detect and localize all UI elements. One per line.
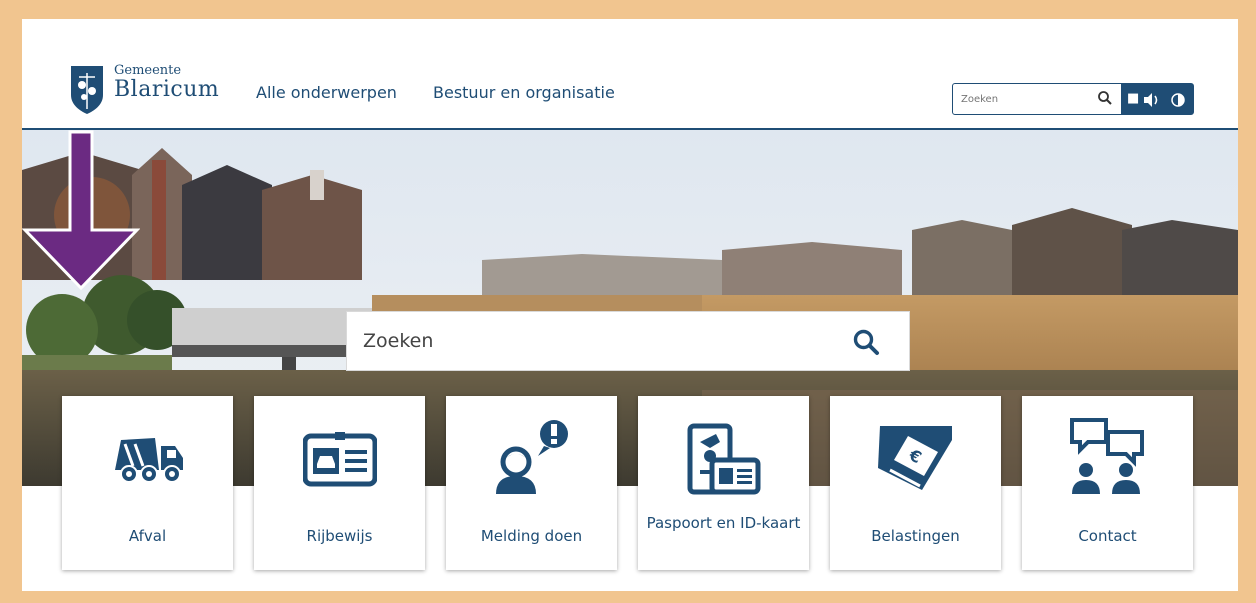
tile-contact[interactable]: Contact	[1022, 396, 1193, 570]
annotation-arrow-down-icon	[22, 130, 140, 290]
logo-subtitle: Gemeente	[114, 63, 182, 78]
stop-icon[interactable]: ■	[1127, 91, 1139, 107]
header-search-input[interactable]	[953, 84, 1121, 114]
tile-rijbewijs[interactable]: Rijbewijs	[254, 396, 425, 570]
hero-search-input[interactable]	[347, 312, 827, 370]
tile-afval[interactable]: Afval	[62, 396, 233, 570]
page-frame: Gemeente Blaricum Alle onderwerpen Bestu…	[22, 19, 1238, 591]
tile-label: Belastingen	[871, 527, 960, 545]
person-alert-icon	[495, 420, 568, 494]
tile-paspoort-id[interactable]: Paspoort en ID-kaart	[638, 396, 809, 570]
speaker-icon[interactable]	[1143, 92, 1161, 108]
site-header: Gemeente Blaricum Alle onderwerpen Bestu…	[22, 19, 1238, 130]
site-logo[interactable]: Gemeente Blaricum	[70, 63, 240, 119]
header-utility-bar: ■	[952, 83, 1194, 115]
tile-label: Contact	[1078, 527, 1137, 545]
tile-label: Paspoort en ID-kaart	[646, 514, 801, 532]
tax-ticket-icon: €	[877, 426, 952, 490]
contact-chat-icon	[1069, 418, 1144, 494]
nav-all-topics[interactable]: Alle onderwerpen	[256, 83, 397, 102]
tile-melding-doen[interactable]: Melding doen	[446, 396, 617, 570]
hero-search-box	[346, 311, 910, 371]
tile-belastingen[interactable]: € Belastingen	[830, 396, 1001, 570]
search-icon[interactable]	[1097, 90, 1113, 106]
nav-governance[interactable]: Bestuur en organisatie	[433, 83, 615, 102]
logo-title: Blaricum	[114, 77, 220, 102]
drivers-license-icon	[302, 432, 377, 487]
garbage-truck-icon	[114, 438, 183, 483]
search-icon[interactable]	[852, 328, 880, 356]
tile-label: Melding doen	[480, 527, 583, 545]
contrast-icon[interactable]	[1171, 93, 1185, 107]
passport-id-icon	[687, 423, 760, 495]
shield-icon	[71, 66, 103, 114]
tile-label: Afval	[128, 527, 167, 545]
tile-label: Rijbewijs	[306, 527, 373, 545]
